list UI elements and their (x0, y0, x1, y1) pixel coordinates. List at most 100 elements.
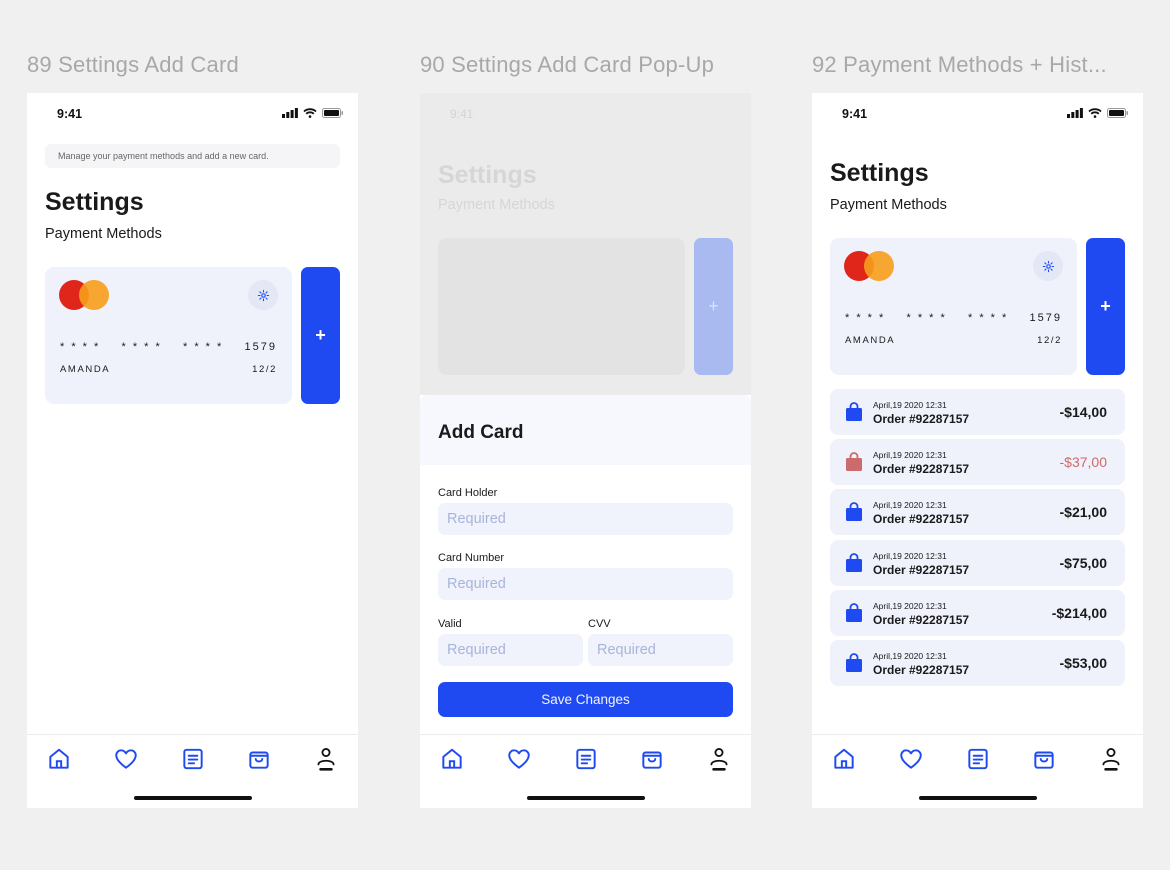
screen-settings-add-card: 9:41 Manage your payment methods and add… (27, 93, 358, 808)
history-order: Order #92287157 (873, 563, 970, 577)
card-number-input[interactable] (438, 568, 733, 600)
wifi-icon (303, 108, 317, 118)
card-number-group: * * * * (121, 341, 162, 353)
heart-icon[interactable] (898, 746, 924, 772)
frame-title-settings-add-card: 89 Settings Add Card (27, 52, 239, 77)
page-subtitle-faded: Payment Methods (438, 197, 555, 213)
frame-title-add-card-popup: 90 Settings Add Card Pop-Up (420, 52, 715, 77)
shopping-bag-icon (846, 452, 862, 471)
history-row[interactable]: April,19 2020 12:31 Order #92287157 -$21… (830, 489, 1125, 535)
list-icon[interactable] (180, 746, 206, 772)
card-number-group: * * * * (906, 312, 947, 324)
cvv-input[interactable] (588, 634, 733, 666)
status-time: 9:41 (57, 107, 83, 121)
history-date: April,19 2020 12:31 (873, 450, 947, 460)
card-settings-button[interactable] (1033, 251, 1063, 281)
shopping-bag-icon (846, 653, 862, 672)
page-title: Settings (830, 159, 929, 187)
popup-title: Add Card (438, 422, 524, 443)
battery-icon (322, 108, 343, 118)
shopping-bag-icon (846, 603, 862, 622)
screen-add-card-popup: 9:41 Settings Payment Methods + Add Card… (420, 93, 751, 808)
mastercard-logo (59, 280, 111, 310)
history-amount: -$21,00 (1059, 504, 1107, 520)
history-date: April,19 2020 12:31 (873, 500, 947, 510)
card-number-group: * * * * (845, 312, 886, 324)
battery-icon (1107, 108, 1128, 118)
card-number-label: Card Number (438, 552, 505, 564)
gear-icon (257, 289, 269, 301)
history-row[interactable]: April,19 2020 12:31 Order #92287157 -$37… (830, 439, 1125, 485)
history-amount: -$37,00 (1059, 454, 1107, 470)
bag-icon[interactable] (639, 746, 665, 772)
card-settings-button[interactable] (248, 280, 278, 310)
history-date: April,19 2020 12:31 (873, 551, 947, 561)
history-row[interactable]: April,19 2020 12:31 Order #92287157 -$14… (830, 389, 1125, 435)
page-title-faded: Settings (438, 161, 537, 189)
card-number: * * * * * * * * * * * * 1579 (60, 341, 277, 353)
card-number-last4: 1579 (244, 341, 277, 353)
page-subtitle: Payment Methods (830, 197, 947, 213)
user-icon[interactable] (706, 746, 732, 772)
hint-bar: Manage your payment methods and add a ne… (45, 144, 340, 168)
user-icon[interactable] (313, 746, 339, 772)
card-number-group: * * * * (968, 312, 1009, 324)
card-expiry: 12/2 (1037, 335, 1062, 346)
payment-card[interactable]: * * * * * * * * * * * * 1579 AMANDA 12/2 (830, 238, 1077, 375)
wifi-icon (1088, 108, 1102, 118)
shopping-bag-icon (846, 553, 862, 572)
card-holder-label: Card Holder (438, 487, 498, 499)
history-row[interactable]: April,19 2020 12:31 Order #92287157 -$21… (830, 590, 1125, 636)
status-bar: 9:41 (27, 93, 358, 137)
history-order: Order #92287157 (873, 412, 970, 426)
history-amount: -$214,00 (1051, 605, 1107, 621)
home-icon[interactable] (439, 746, 465, 772)
card-holder-name: AMANDA (60, 364, 111, 375)
history-row[interactable]: April,19 2020 12:31 Order #92287157 -$75… (830, 540, 1125, 586)
status-bar: 9:41 (812, 93, 1143, 137)
history-order: Order #92287157 (873, 663, 970, 677)
popup-header: Add Card (420, 395, 751, 465)
home-icon[interactable] (831, 746, 857, 772)
frame-title-payment-history: 92 Payment Methods + Hist... (812, 52, 1107, 77)
bag-icon[interactable] (1031, 746, 1057, 772)
history-date: April,19 2020 12:31 (873, 601, 947, 611)
history-order: Order #92287157 (873, 613, 970, 627)
card-holder-name: AMANDA (845, 335, 896, 346)
add-card-button[interactable]: + (1086, 238, 1125, 375)
payment-card[interactable]: * * * * * * * * * * * * 1579 AMANDA 12/2 (45, 267, 292, 404)
heart-icon[interactable] (113, 746, 139, 772)
card-number-group: * * * * (60, 341, 101, 353)
status-icons (1067, 108, 1129, 118)
home-indicator (919, 796, 1037, 800)
status-icons (282, 108, 344, 118)
history-date: April,19 2020 12:31 (873, 400, 947, 410)
card-expiry: 12/2 (252, 364, 277, 375)
mastercard-orange-circle (864, 251, 894, 281)
page-subtitle: Payment Methods (45, 226, 162, 242)
history-row[interactable]: April,19 2020 12:31 Order #92287157 -$53… (830, 640, 1125, 686)
history-order: Order #92287157 (873, 512, 970, 526)
home-indicator (527, 796, 645, 800)
bag-icon[interactable] (246, 746, 272, 772)
history-amount: -$75,00 (1059, 555, 1107, 571)
card-number-group: * * * * (183, 341, 224, 353)
valid-input[interactable] (438, 634, 583, 666)
mastercard-orange-circle (79, 280, 109, 310)
history-order: Order #92287157 (873, 462, 970, 476)
blurred-background: 9:41 Settings Payment Methods + (420, 93, 751, 395)
cvv-label: CVV (588, 618, 611, 630)
add-card-button[interactable]: + (301, 267, 340, 404)
save-changes-button[interactable]: Save Changes (438, 682, 733, 717)
list-icon[interactable] (573, 746, 599, 772)
status-time: 9:41 (842, 107, 868, 121)
home-icon[interactable] (46, 746, 72, 772)
shopping-bag-icon (846, 502, 862, 521)
heart-icon[interactable] (506, 746, 532, 772)
shopping-bag-icon (846, 402, 862, 421)
list-icon[interactable] (965, 746, 991, 772)
add-card-button-faded: + (694, 238, 733, 375)
valid-label: Valid (438, 618, 462, 630)
card-holder-input[interactable] (438, 503, 733, 535)
user-icon[interactable] (1098, 746, 1124, 772)
